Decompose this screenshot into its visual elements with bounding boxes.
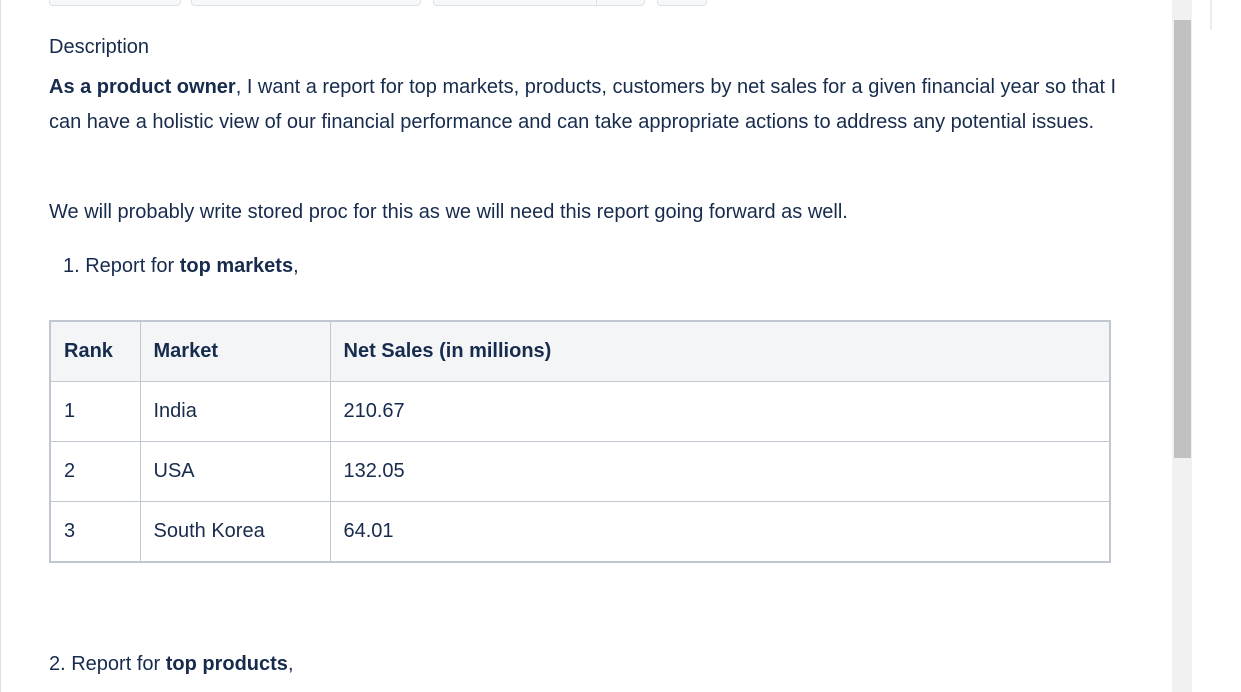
- cell-rank[interactable]: 2: [49, 441, 141, 502]
- cell-market[interactable]: USA: [139, 441, 331, 502]
- cell-market[interactable]: India: [139, 381, 331, 442]
- column-header-net-sales[interactable]: Net Sales (in millions): [329, 320, 1111, 382]
- column-header-market[interactable]: Market: [139, 320, 331, 382]
- description-label: Description: [49, 36, 150, 58]
- table-row: 2 USA 132.05: [49, 441, 1111, 502]
- list-item-bold: top markets: [179, 255, 294, 277]
- toolbar-chip[interactable]: [49, 0, 181, 6]
- right-side-panel: [1192, 0, 1241, 692]
- cell-market[interactable]: South Korea: [139, 501, 331, 563]
- chip-divider: [596, 0, 597, 5]
- column-header-rank[interactable]: Rank: [49, 320, 141, 382]
- panel-edge: [1210, 0, 1212, 30]
- cell-rank[interactable]: 3: [49, 501, 141, 563]
- list-item-bold: top products: [165, 653, 288, 675]
- description-paragraph-2[interactable]: We will probably write stored proc for t…: [49, 195, 1119, 230]
- left-border: [0, 0, 1, 692]
- list-item-top-markets[interactable]: 1. Report for top markets,: [63, 249, 299, 284]
- list-item-prefix: 1. Report for: [63, 255, 180, 277]
- list-item-suffix: ,: [287, 653, 294, 675]
- vertical-scrollbar-thumb[interactable]: [1174, 20, 1191, 458]
- toolbar-chip[interactable]: [191, 0, 421, 6]
- list-item-suffix: ,: [293, 255, 299, 277]
- cell-net-sales[interactable]: 210.67: [329, 381, 1111, 442]
- top-markets-table[interactable]: Rank Market Net Sales (in millions) 1 In…: [49, 320, 1111, 563]
- table-row: 1 India 210.67: [49, 381, 1111, 442]
- cell-net-sales[interactable]: 64.01: [329, 501, 1111, 563]
- list-item-prefix: 2. Report for: [49, 653, 166, 675]
- table-header-row: Rank Market Net Sales (in millions): [49, 320, 1111, 382]
- cell-rank[interactable]: 1: [49, 381, 141, 442]
- description-paragraph-1[interactable]: As a product owner, I want a report for …: [49, 70, 1119, 140]
- bold-text: As a product owner: [49, 76, 236, 98]
- list-item-top-products[interactable]: 2. Report for top products,: [49, 647, 294, 682]
- toolbar-chip[interactable]: [433, 0, 645, 6]
- cell-net-sales[interactable]: 132.05: [329, 441, 1111, 502]
- table-row: 3 South Korea 64.01: [49, 501, 1111, 563]
- toolbar-chip[interactable]: [657, 0, 707, 6]
